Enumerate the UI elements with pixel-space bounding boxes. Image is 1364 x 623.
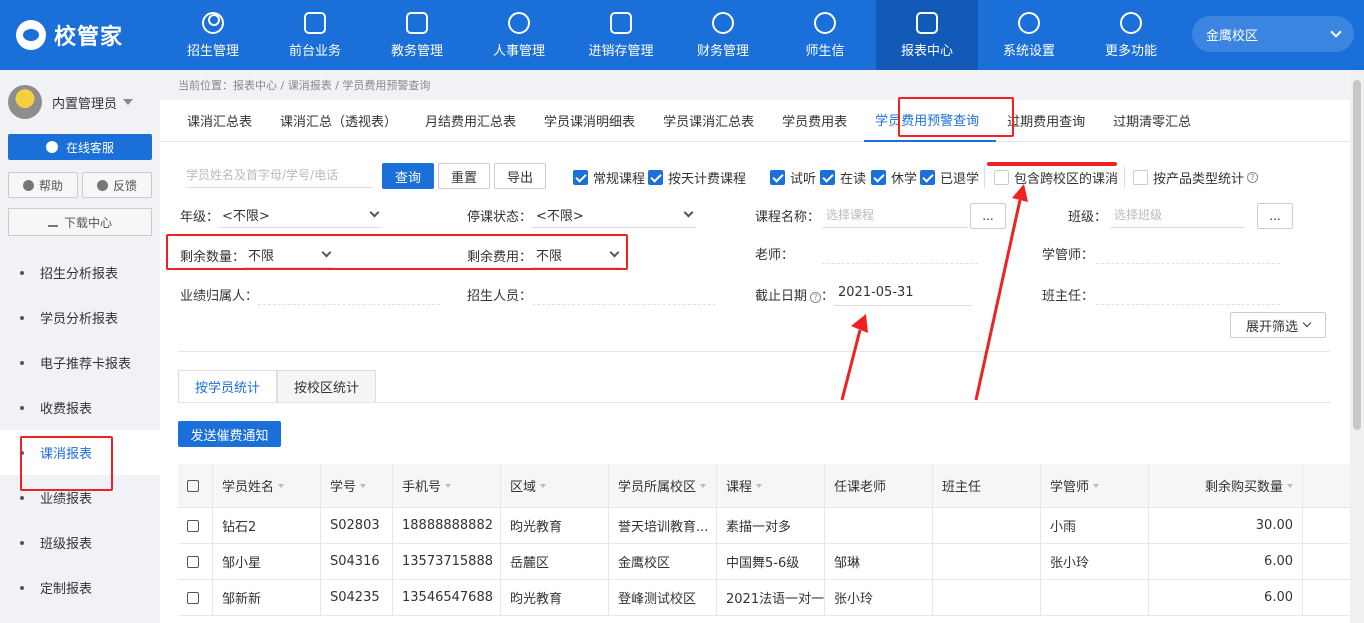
arrow-to-cross-campus — [974, 184, 1028, 401]
arrow-to-deadline — [840, 314, 868, 401]
annotation-arrows — [840, 184, 1028, 401]
